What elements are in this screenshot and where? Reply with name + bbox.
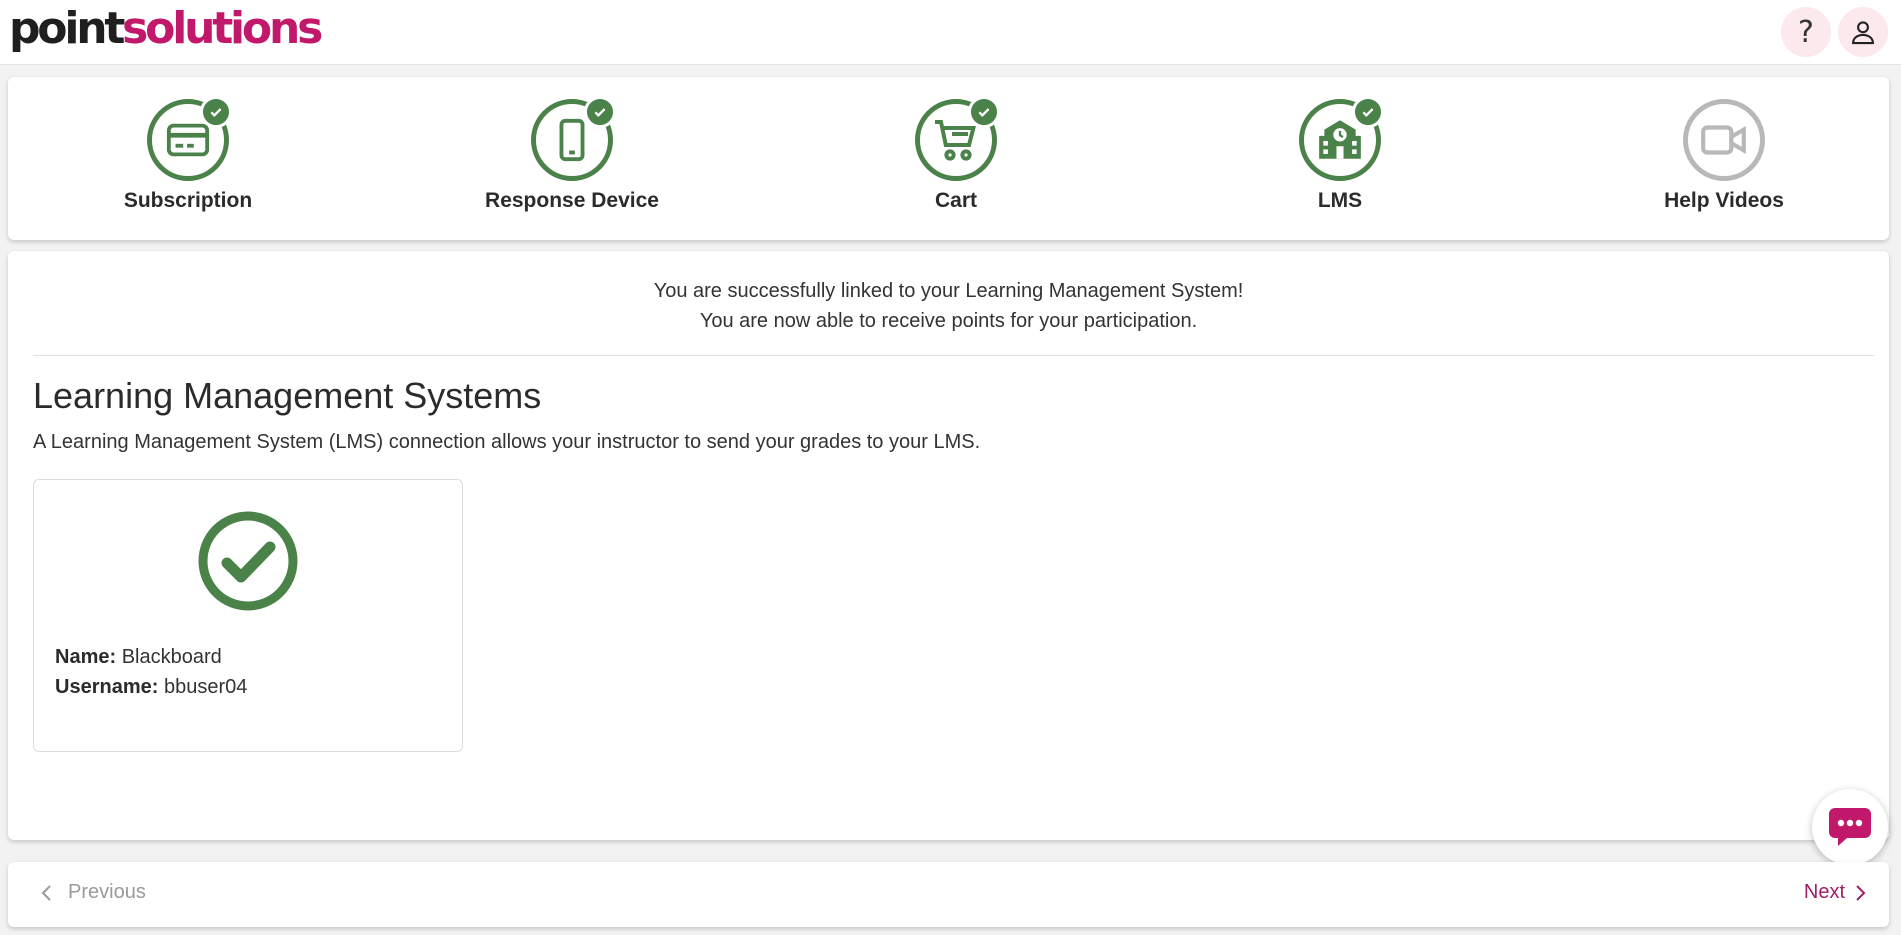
lms-name-label: Name: [55,646,117,668]
previous-label: Previous [68,881,146,903]
logo-part-point: point [9,3,125,54]
step-response-device[interactable]: Response Device [452,96,692,213]
step-label: LMS [1317,189,1363,212]
completed-check-icon [584,96,616,128]
top-bar: pointsolutions ? [0,0,1901,65]
lms-username-row: Username: bbuser04 [55,672,247,702]
step-label: Response Device [485,189,659,212]
step-circle [1299,96,1384,181]
lms-connection-card: Name: Blackboard Username: bbuser04 [33,479,463,752]
step-cart[interactable]: Cart [836,96,1076,213]
success-message-line-2: You are now able to receive points for y… [699,310,1198,332]
step-help-videos[interactable]: Help Videos [1604,99,1844,213]
lms-name-value: Blackboard [121,646,222,668]
user-account-button[interactable] [1838,7,1888,57]
step-circle [1683,99,1765,181]
step-label: Cart [934,189,977,212]
video-camera-icon [1701,125,1746,155]
divider [33,355,1874,356]
chevron-left-icon [41,884,51,901]
lms-username-value: bbuser04 [163,676,248,698]
chat-launcher-button[interactable] [1812,789,1888,865]
progress-steps-card: Subscription Response Device Cart LMS He… [8,77,1889,240]
logo-part-solutions: solutions [122,3,323,54]
completed-check-icon [200,96,232,128]
mobile-phone-icon [559,118,585,162]
next-button[interactable]: Next [1804,881,1867,904]
success-message: You are successfully linked to your Lear… [8,276,1889,336]
lms-connection-info: Name: Blackboard Username: bbuser04 [55,642,247,702]
step-label: Help Videos [1664,189,1784,212]
check-circle-icon [198,511,298,611]
step-subscription[interactable]: Subscription [68,96,308,213]
lms-content-card: You are successfully linked to your Lear… [8,251,1889,840]
previous-button[interactable]: Previous [40,881,146,904]
step-circle [915,96,1000,181]
completed-check-icon [1352,96,1384,128]
user-icon [1852,21,1874,45]
chat-bubble-icon [1829,808,1871,846]
question-mark-icon: ? [1798,14,1814,50]
page-description: A Learning Management System (LMS) conne… [33,431,981,453]
success-message-line-1: You are successfully linked to your Lear… [653,280,1244,302]
lms-name-row: Name: Blackboard [55,642,247,672]
completed-check-icon [968,96,1000,128]
next-label: Next [1803,881,1845,903]
lms-username-label: Username: [55,676,159,698]
step-lms[interactable]: LMS [1220,96,1460,213]
step-circle [531,96,616,181]
chevron-right-icon [1856,884,1866,901]
help-button[interactable]: ? [1781,7,1831,57]
credit-card-icon [166,123,210,157]
page-title: Learning Management Systems [33,375,542,416]
pointsolutions-logo[interactable]: pointsolutions [9,3,323,54]
step-label: Subscription [123,189,253,212]
step-circle [147,96,232,181]
footer-navigation: Previous Next [8,862,1889,927]
